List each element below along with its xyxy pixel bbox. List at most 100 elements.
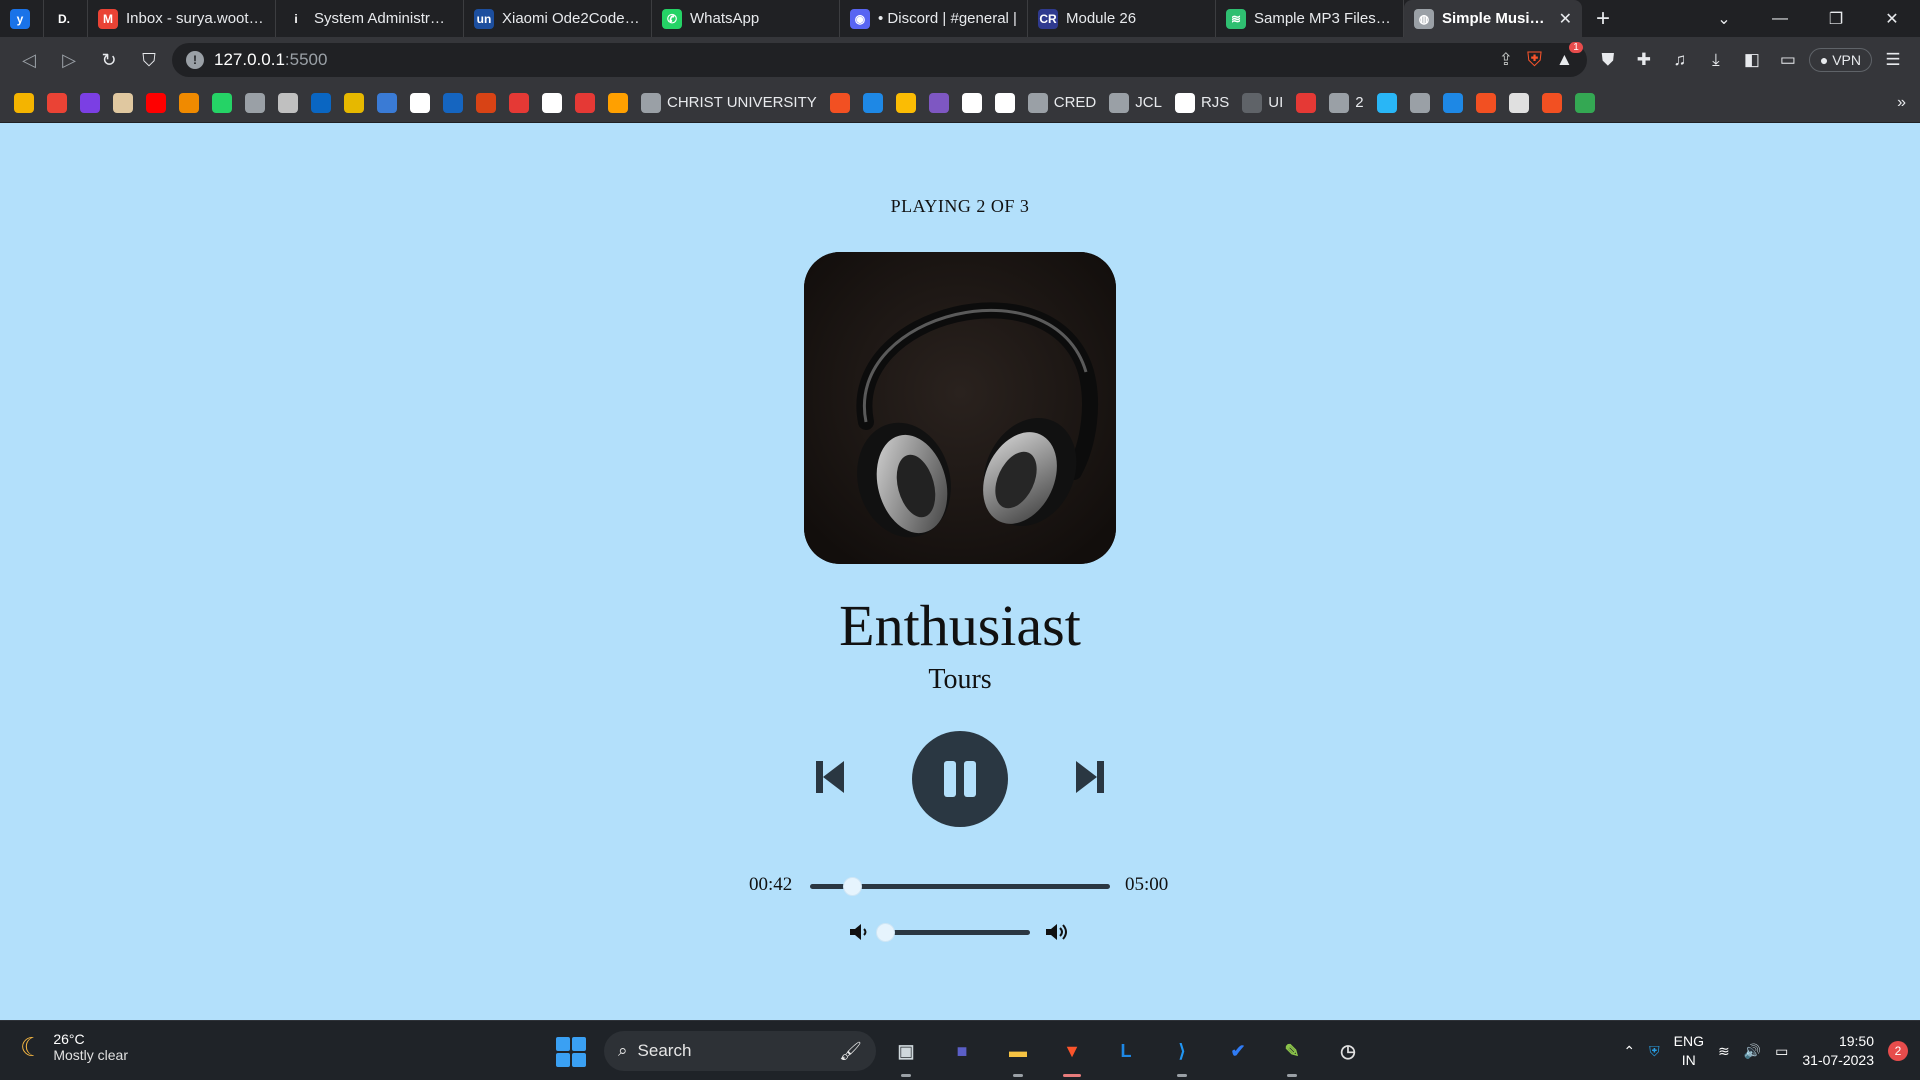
clock-app-taskbar-icon[interactable]: ◷ — [1330, 1033, 1366, 1069]
bookmark-item[interactable] — [575, 92, 595, 113]
bookmark-item[interactable] — [542, 92, 562, 113]
bookmark-item[interactable] — [1475, 92, 1496, 113]
bookmark-item[interactable] — [443, 92, 463, 113]
bookmark-item[interactable] — [344, 92, 364, 113]
volume-high-icon[interactable] — [1044, 921, 1070, 943]
browser-tab[interactable]: un Xiaomi Ode2Code 3.0 — [464, 0, 652, 37]
bookmark-item[interactable] — [14, 92, 34, 113]
bookmark-item[interactable] — [1376, 92, 1397, 113]
l-app-taskbar-icon[interactable]: L — [1108, 1033, 1144, 1069]
download-icon[interactable]: ⤓ — [1701, 45, 1731, 75]
browser-tab[interactable]: ◉ • Discord | #general | — [840, 0, 1028, 37]
more-bookmarks-icon[interactable]: » — [1897, 94, 1906, 112]
bookmark-item[interactable] — [476, 92, 496, 113]
notepad-taskbar-icon[interactable]: ✎ — [1274, 1033, 1310, 1077]
media-playlist-icon[interactable]: ♫ — [1665, 45, 1695, 75]
start-windows-icon[interactable] — [556, 1037, 586, 1067]
bookmark-item[interactable] — [829, 92, 850, 113]
next-track-button[interactable] — [1068, 755, 1112, 799]
bookmark-item[interactable] — [245, 92, 265, 113]
restore-icon[interactable]: ❐ — [1808, 0, 1864, 37]
menu-icon[interactable]: ☰ — [1878, 45, 1908, 75]
browser-tab[interactable]: D. — [44, 0, 88, 37]
bookmark-item[interactable] — [1508, 92, 1529, 113]
bookmark-item[interactable] — [1541, 92, 1562, 113]
bookmark-item[interactable] — [509, 92, 529, 113]
bookmark-item[interactable] — [961, 92, 982, 113]
close-window-icon[interactable]: ✕ — [1864, 0, 1920, 37]
brave-rewards-icon[interactable]: ▲ 1 — [1556, 42, 1583, 70]
bookmark-item[interactable] — [146, 92, 166, 113]
taskbar-clock[interactable]: 19:50 31-07-2023 — [1802, 1032, 1874, 1070]
bookmark-item[interactable]: RJS — [1174, 92, 1229, 113]
reload-icon[interactable]: ↻ — [92, 43, 126, 77]
bookmark-icon[interactable]: ⛉ — [132, 43, 166, 77]
play-pause-button[interactable] — [912, 731, 1008, 827]
bookmark-item[interactable] — [278, 92, 298, 113]
volume-low-icon[interactable] — [848, 921, 870, 943]
bookmark-item[interactable] — [212, 92, 232, 113]
wallet-icon[interactable]: ▭ — [1773, 45, 1803, 75]
notification-badge[interactable]: 2 — [1888, 1041, 1908, 1061]
wifi-icon[interactable]: ≋ — [1718, 1043, 1730, 1060]
weather-widget[interactable]: ☾ 26°C Mostly clear — [20, 1031, 128, 1063]
speaker-icon[interactable]: 🔊 — [1744, 1043, 1761, 1060]
bookmark-item[interactable] — [1574, 92, 1595, 113]
bookmark-item[interactable] — [994, 92, 1015, 113]
bookmark-item[interactable] — [928, 92, 949, 113]
minimize-icon[interactable]: — — [1752, 0, 1808, 37]
back-icon[interactable]: ◁ — [12, 43, 46, 77]
bookmark-item[interactable]: CHRIST UNIVERSITY — [641, 92, 817, 113]
browser-tab[interactable]: ◍ Simple Music P ✕ — [1404, 0, 1582, 37]
close-tab-icon[interactable]: ✕ — [1559, 9, 1572, 29]
vscode-taskbar-icon[interactable]: ⟩ — [1164, 1033, 1200, 1077]
bookmark-item[interactable]: 2 — [1329, 92, 1364, 113]
new-tab-icon[interactable]: + — [1582, 5, 1624, 33]
bookmark-item[interactable] — [113, 92, 133, 113]
bookmark-item[interactable] — [179, 92, 199, 113]
brave-taskbar-icon[interactable]: ▼ — [1054, 1033, 1090, 1077]
site-info-icon[interactable]: ! — [186, 51, 204, 69]
seek-slider-thumb[interactable] — [843, 877, 862, 896]
bookmark-item[interactable] — [1296, 92, 1317, 113]
tab-search-icon[interactable]: ⌄ — [1696, 0, 1752, 37]
security-shield-icon[interactable]: ⛨ — [1649, 1043, 1660, 1060]
volume-slider[interactable] — [875, 923, 1030, 942]
forward-icon[interactable]: ▷ — [52, 43, 86, 77]
bookmark-item[interactable] — [47, 92, 67, 113]
brave-shields-icon[interactable]: ⛨ — [1527, 49, 1542, 72]
bookmark-item[interactable] — [311, 92, 331, 113]
bookmark-item[interactable] — [1442, 92, 1463, 113]
bookmark-item[interactable] — [80, 92, 100, 113]
browser-tab[interactable]: y — [0, 0, 44, 37]
taskbar-search[interactable]: ⌕ Search 🖌 — [604, 1031, 876, 1071]
show-hidden-icons-icon[interactable]: ⌃ — [1623, 1043, 1635, 1060]
bookmark-item[interactable]: UI — [1242, 92, 1283, 113]
bookmark-item[interactable] — [410, 92, 430, 113]
browser-tab[interactable]: M Inbox - surya.woot.23 — [88, 0, 276, 37]
shield-extension-icon[interactable]: ⛊ — [1593, 45, 1623, 75]
browser-tab[interactable]: CR Module 26 — [1028, 0, 1216, 37]
bookmark-item[interactable] — [608, 92, 628, 113]
bookmark-item[interactable]: JCL — [1109, 92, 1162, 113]
seek-slider[interactable] — [810, 877, 1110, 896]
task-view-taskbar-icon[interactable]: ▣ — [888, 1033, 924, 1077]
battery-icon[interactable]: ▭ — [1775, 1043, 1788, 1060]
bookmark-item[interactable] — [895, 92, 916, 113]
browser-tab[interactable]: i System Administrator — [276, 0, 464, 37]
todo-taskbar-icon[interactable]: ✔ — [1220, 1033, 1256, 1069]
file-explorer-taskbar-icon[interactable]: ▬ — [1000, 1033, 1036, 1077]
extensions-puzzle-icon[interactable]: ✚ — [1629, 45, 1659, 75]
bookmark-item[interactable] — [377, 92, 397, 113]
sidebar-icon[interactable]: ◧ — [1737, 45, 1767, 75]
bookmark-item[interactable] — [862, 92, 883, 113]
previous-track-button[interactable] — [808, 755, 852, 799]
browser-tab[interactable]: ≋ Sample MP3 Files Do — [1216, 0, 1404, 37]
input-language[interactable]: ENG IN — [1674, 1032, 1704, 1070]
bookmark-item[interactable]: CRED — [1027, 92, 1096, 113]
volume-slider-thumb[interactable] — [875, 923, 895, 942]
vpn-button[interactable]: ● VPN — [1808, 48, 1872, 72]
share-icon[interactable]: ⇪ — [1499, 50, 1513, 70]
browser-tab[interactable]: ✆ WhatsApp — [652, 0, 840, 37]
address-bar[interactable]: ! 127.0.0.1:5500 ⇪ ⛨ ▲ 1 — [172, 42, 1587, 77]
